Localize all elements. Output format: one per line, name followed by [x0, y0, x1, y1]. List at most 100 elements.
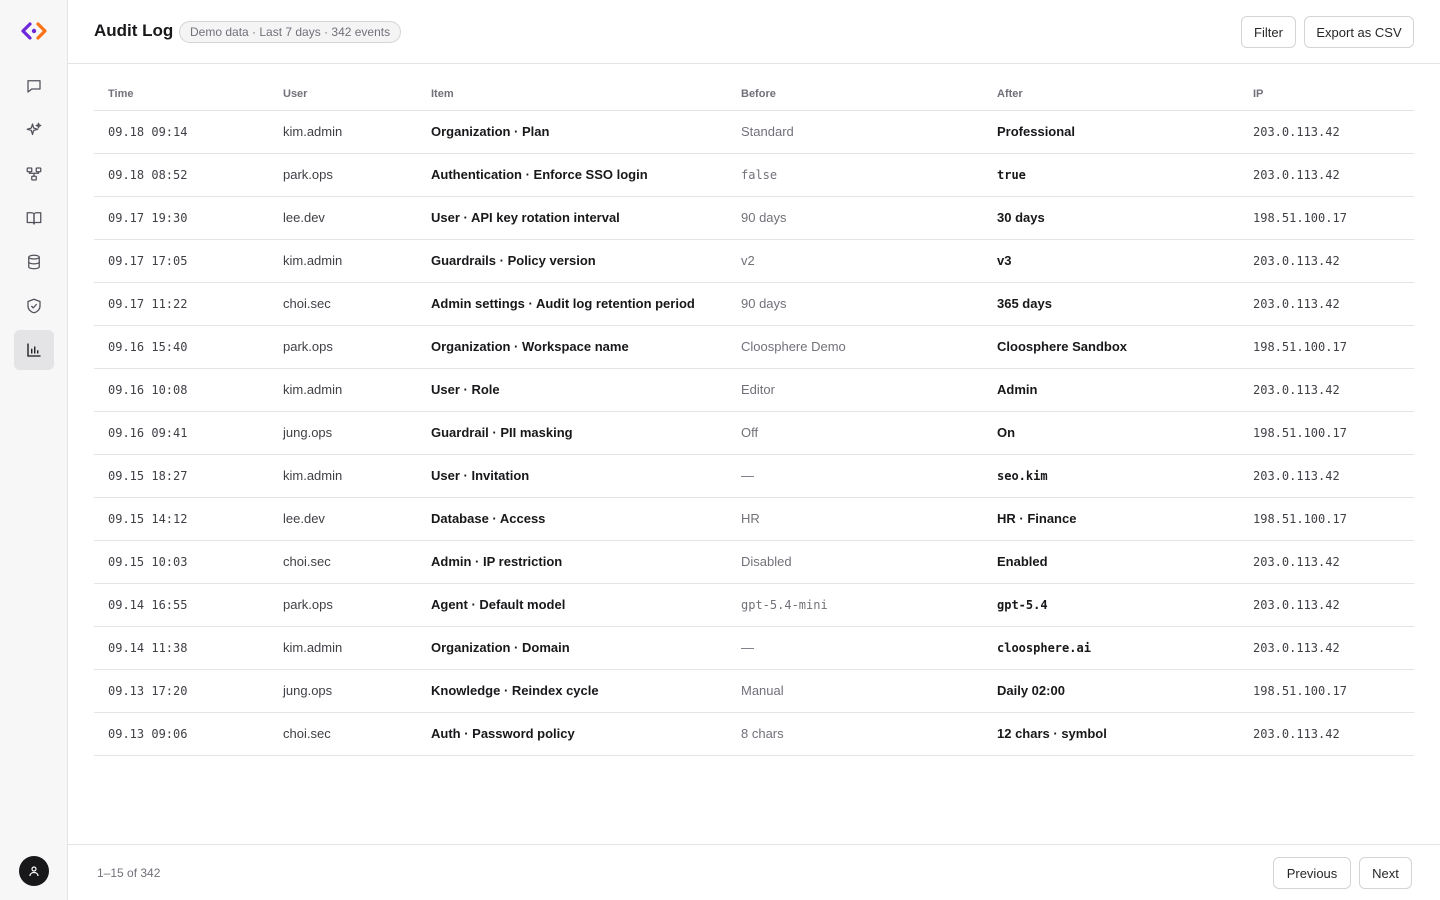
cell-after: On: [983, 411, 1239, 455]
cell-before: 90 days: [727, 282, 983, 326]
nav-knowledge[interactable]: [14, 198, 54, 238]
table-row[interactable]: 09.14 16:55 park.ops Agent · Default model…: [94, 583, 1414, 627]
cell-time: 09.18 09:14: [94, 110, 269, 154]
filter-button[interactable]: Filter: [1241, 16, 1296, 48]
cell-time: 09.14 11:38: [94, 626, 269, 670]
cell-item: User · Invitation: [417, 454, 727, 498]
cell-before: 90 days: [727, 196, 983, 240]
sparkles-icon: [26, 122, 42, 136]
nav-guardrails[interactable]: [14, 286, 54, 326]
cell-time: 09.18 08:52: [94, 153, 269, 197]
cell-user: kim.admin: [269, 454, 417, 498]
cell-user: park.ops: [269, 325, 417, 369]
cell-time: 09.13 17:20: [94, 669, 269, 713]
cell-after: 12 chars · symbol: [983, 712, 1239, 756]
cell-time: 09.15 14:12: [94, 497, 269, 541]
table-row[interactable]: 09.18 08:52 park.ops Authentication · Enfo…: [94, 153, 1414, 197]
table-row[interactable]: 09.17 11:22 choi.sec Admin settings · Audi…: [94, 282, 1414, 326]
table-row[interactable]: 09.16 10:08 kim.admin User · Role Editor Adm…: [94, 368, 1414, 412]
cell-user: kim.admin: [269, 110, 417, 154]
cell-time: 09.13 09:06: [94, 712, 269, 756]
cell-ip: 203.0.113.42: [1239, 626, 1414, 670]
previous-page-button[interactable]: Previous: [1273, 857, 1351, 889]
column-header-before[interactable]: Before: [727, 78, 983, 111]
cell-after: Enabled: [983, 540, 1239, 584]
cell-time: 09.17 17:05: [94, 239, 269, 283]
cell-time: 09.15 10:03: [94, 540, 269, 584]
table-row[interactable]: 09.17 19:30 lee.dev User · API key rotatio…: [94, 196, 1414, 240]
demo-data-badge: Demo data · Last 7 days · 342 events: [179, 21, 402, 43]
nav-database[interactable]: [14, 242, 54, 282]
cell-user: park.ops: [269, 583, 417, 627]
table-row[interactable]: 09.15 18:27 kim.admin User · Invitation — se…: [94, 454, 1414, 498]
table-row[interactable]: 09.16 15:40 park.ops Organization · Worksp…: [94, 325, 1414, 369]
pagination-info: 1–15 of 342: [97, 866, 161, 880]
cell-ip: 198.51.100.17: [1239, 497, 1414, 541]
table-row[interactable]: 09.14 11:38 kim.admin Organization · Domai…: [94, 626, 1414, 670]
cell-after: true: [983, 153, 1239, 197]
export-csv-button[interactable]: Export as CSV: [1304, 16, 1414, 48]
cell-before: —: [727, 626, 983, 670]
logo-icon[interactable]: [19, 19, 49, 43]
table-row[interactable]: 09.13 17:20 jung.ops Knowledge · Reindex c…: [94, 669, 1414, 713]
audit-log-table-container: Time User Item Before After IP 09.18 09:…: [94, 78, 1414, 756]
cell-item: Organization · Domain: [417, 626, 727, 670]
cell-before: v2: [727, 239, 983, 283]
cell-before: Cloosphere Demo: [727, 325, 983, 369]
cell-user: jung.ops: [269, 411, 417, 455]
cell-user: kim.admin: [269, 368, 417, 412]
nav-chat[interactable]: [14, 66, 54, 106]
cell-after: Daily 02:00: [983, 669, 1239, 713]
cell-ip: 203.0.113.42: [1239, 282, 1414, 326]
cell-after: seo.kim: [983, 454, 1239, 498]
table-row[interactable]: 09.15 10:03 choi.sec Admin · IP restrictio…: [94, 540, 1414, 584]
cell-before: Standard: [727, 110, 983, 154]
cell-item: Guardrails · Policy version: [417, 239, 727, 283]
user-icon: [29, 866, 39, 877]
cell-after: HR · Finance: [983, 497, 1239, 541]
table-row[interactable]: 09.18 09:14 kim.admin Organization · Plan S…: [94, 110, 1414, 154]
bar-chart-icon: [27, 343, 41, 357]
cell-before: Manual: [727, 669, 983, 713]
cell-after: Cloosphere Sandbox: [983, 325, 1239, 369]
cell-ip: 203.0.113.42: [1239, 712, 1414, 756]
sidebar: [0, 0, 68, 900]
pagination-footer: 1–15 of 342 Previous Next: [68, 844, 1440, 900]
cell-before: Off: [727, 411, 983, 455]
cell-item: Organization · Workspace name: [417, 325, 727, 369]
table-row[interactable]: 09.17 17:05 kim.admin Guardrails · Policy …: [94, 239, 1414, 283]
column-header-user[interactable]: User: [269, 78, 417, 111]
cell-user: choi.sec: [269, 540, 417, 584]
cell-time: 09.16 10:08: [94, 368, 269, 412]
cell-ip: 203.0.113.42: [1239, 239, 1414, 283]
cell-ip: 203.0.113.42: [1239, 583, 1414, 627]
nav-analytics[interactable]: [14, 330, 54, 370]
cell-user: lee.dev: [269, 497, 417, 541]
book-icon: [26, 212, 42, 225]
nav-agents[interactable]: [14, 110, 54, 150]
nav-workflows[interactable]: [14, 154, 54, 194]
chat-icon: [27, 80, 41, 93]
table-row[interactable]: 09.13 09:06 choi.sec Auth · Password polic…: [94, 712, 1414, 756]
cell-item: Knowledge · Reindex cycle: [417, 669, 727, 713]
avatar[interactable]: [19, 856, 49, 886]
cell-user: lee.dev: [269, 196, 417, 240]
column-header-item[interactable]: Item: [417, 78, 727, 111]
cell-time: 09.17 11:22: [94, 282, 269, 326]
cell-item: Authentication · Enforce SSO login: [417, 153, 727, 197]
cell-item: User · API key rotation interval: [417, 196, 727, 240]
column-header-after[interactable]: After: [983, 78, 1239, 111]
cell-before: 8 chars: [727, 712, 983, 756]
column-header-time[interactable]: Time: [94, 78, 269, 111]
cell-after: gpt-5.4: [983, 583, 1239, 627]
next-page-button[interactable]: Next: [1359, 857, 1412, 889]
table-row[interactable]: 09.16 09:41 jung.ops Guardrail · PII maski…: [94, 411, 1414, 455]
page-title: Audit Log: [94, 21, 174, 40]
cell-item: Agent · Default model: [417, 583, 727, 627]
cell-user: kim.admin: [269, 626, 417, 670]
cell-ip: 198.51.100.17: [1239, 411, 1414, 455]
table-row[interactable]: 09.15 14:12 lee.dev Database · Access HR HR …: [94, 497, 1414, 541]
column-header-ip[interactable]: IP: [1239, 78, 1414, 111]
cell-ip: 203.0.113.42: [1239, 368, 1414, 412]
cell-before: false: [727, 153, 983, 197]
